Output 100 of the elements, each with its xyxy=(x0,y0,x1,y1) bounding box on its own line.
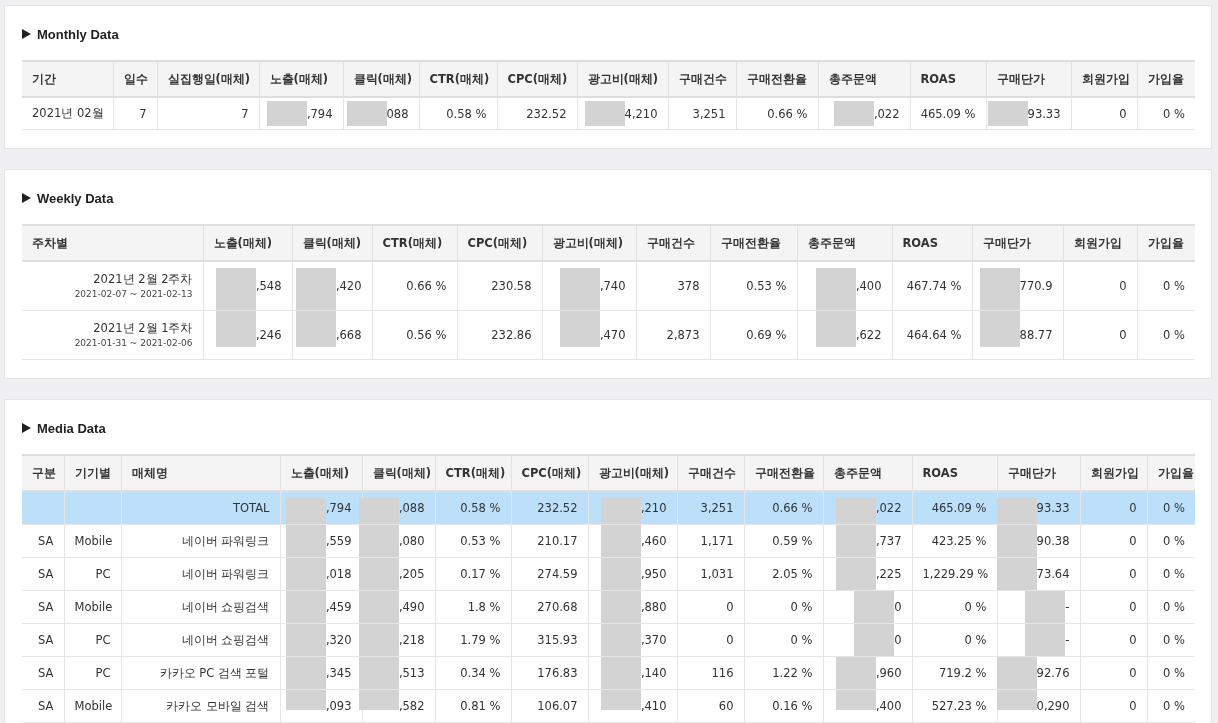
table-cell: 770.9 xyxy=(1019,279,1053,293)
table-cell: 1.79 % xyxy=(460,633,501,647)
table-cell: 0 xyxy=(894,633,902,647)
table-cell: ,880 xyxy=(640,600,667,614)
table-cell: 0.58 % xyxy=(460,501,501,515)
table-cell: SA xyxy=(38,534,54,548)
table-cell: 0 % xyxy=(1163,666,1185,680)
table-row[interactable]: SA Mobile 네이버 쇼핑검색 ,459 ,490 1.8 % 270.68 ,880 0 0 % 0 0 % - 0 0 % xyxy=(22,590,1195,624)
table-cell: 0 % xyxy=(790,600,813,614)
table-cell: ,225 xyxy=(875,567,902,581)
column-header: 구매건수 xyxy=(636,225,710,261)
triangle-icon xyxy=(22,423,31,433)
table-cell: 1.8 % xyxy=(467,600,501,614)
table-cell: SA xyxy=(38,600,54,614)
table-cell: 0 % xyxy=(1163,501,1185,515)
column-header: 가입율 xyxy=(1147,455,1195,491)
column-header: CTR(매체) xyxy=(372,225,457,261)
table-cell: 0.53 % xyxy=(460,534,501,548)
column-header: 가입율 xyxy=(1137,61,1195,97)
table-row[interactable]: TOTAL ,794 ,088 0.58 % 232.52 ,210 3,251 0.66 % ,022 465.09 % 93.33 0 0 % xyxy=(22,491,1195,525)
table-cell: 0.81 % xyxy=(460,699,501,713)
section-title: Media Data xyxy=(37,420,106,436)
table-cell: ,210 xyxy=(640,501,667,515)
table-cell: 0.66 % xyxy=(767,106,808,121)
table-cell: SA xyxy=(38,666,54,680)
section-title: Monthly Data xyxy=(37,26,119,42)
table-cell: 210.17 xyxy=(537,534,578,548)
table-cell: 0 xyxy=(1129,501,1137,515)
table-row[interactable]: SA PC 네이버 쇼핑검색 ,320 ,218 1.79 % 315.93 ,370 0 0 % 0 0 % - 0 0 % xyxy=(22,623,1195,657)
table-cell: ,794 xyxy=(325,501,352,515)
table-cell: 467.74 % xyxy=(906,279,962,293)
table-cell: 3,251 xyxy=(692,106,726,121)
table-cell: 274.59 xyxy=(537,567,578,581)
table-cell: 527.23 % xyxy=(931,699,987,713)
table-cell: 90.38 xyxy=(1036,534,1070,548)
table-cell: - xyxy=(1065,600,1070,614)
table-row[interactable]: SA Mobile 카카오 모바일 검색 ,093 ,582 0.81 % 106.07 ,410 60 0.16 % ,400 527.23 % 0,290 0 0 % xyxy=(22,689,1195,723)
table-cell: 0.16 % xyxy=(772,699,813,713)
table-row[interactable]: 2021년 02월 7 7 ,794 088 0.58 % 232.52 4,210 3,251 0.66 % ,022 465.09 % 93.33 0 0 % xyxy=(22,97,1195,130)
column-header: 구매전환율 xyxy=(744,455,823,491)
column-header: 총주문액 xyxy=(823,455,912,491)
table-cell: 0.34 % xyxy=(460,666,501,680)
table-cell: 2.05 % xyxy=(772,567,813,581)
triangle-icon xyxy=(22,193,31,203)
table-cell: ,459 xyxy=(325,600,352,614)
table-cell: 2021년 02월 xyxy=(32,106,104,120)
table-cell: ,022 xyxy=(875,501,902,515)
table-row[interactable]: SA PC 네이버 파워링크 ,018 ,205 0.17 % 274.59 ,950 1,031 2.05 % ,225 1,229.29 % 73.64 0 0 % xyxy=(22,557,1195,591)
table-cell: PC xyxy=(95,567,111,581)
table-cell: 088 xyxy=(386,106,409,121)
table-cell: 네이버 파워링크 xyxy=(181,566,270,581)
table-cell: 0 % xyxy=(1163,567,1185,581)
table-row[interactable]: 2021년 2월 1주차 2021-01-31 ~ 2021-02-06 ,246 ,668 0.56 % 232.86 ,470 2,873 0.69 % ,622 464.64 % 88.77 0 0 % xyxy=(22,310,1195,360)
table-cell: 3,251 xyxy=(700,501,734,515)
table-cell: 176.83 xyxy=(537,666,578,680)
date-range: 2021-01-31 ~ 2021-02-06 xyxy=(73,336,193,350)
table-cell: ,513 xyxy=(398,666,425,680)
column-header: 회원가입 xyxy=(1080,455,1147,491)
table-cell: 네이버 쇼핑검색 xyxy=(181,632,270,647)
column-header: ROAS xyxy=(910,61,986,97)
table-cell: 0.66 % xyxy=(406,279,447,293)
week-label: 2021년 2월 2주차 xyxy=(92,270,193,288)
table-cell: 0 xyxy=(1119,106,1127,121)
table-cell: Mobile xyxy=(74,534,113,548)
table-cell: 232.86 xyxy=(491,328,532,342)
table-cell: 116 xyxy=(711,666,734,680)
table-cell: 106.07 xyxy=(537,699,578,713)
table-cell: ,740 xyxy=(599,279,626,293)
table-cell: 0 % xyxy=(1163,600,1185,614)
column-header: 기간 xyxy=(22,61,113,97)
table-cell: ,460 xyxy=(640,534,667,548)
table-cell: 1,229.29 % xyxy=(922,567,989,581)
table-row[interactable]: SA Mobile 네이버 파워링크 ,559 ,080 0.53 % 210.17 ,460 1,171 0.59 % ,737 423.25 % 90.38 0 0 % xyxy=(22,524,1195,558)
table-cell: 0.69 % xyxy=(746,328,787,342)
table-cell: 7 xyxy=(139,106,147,121)
table-cell: 464.64 % xyxy=(906,328,962,342)
table-cell: 0 xyxy=(726,633,734,647)
table-cell: 0 xyxy=(1119,328,1127,342)
table-cell: 2,873 xyxy=(666,328,700,342)
table-cell: ,582 xyxy=(398,699,425,713)
table-cell: ,370 xyxy=(640,633,667,647)
column-header: 노출(매체) xyxy=(203,225,292,261)
table-row[interactable]: SA PC 카카오 PC 검색 포털 ,345 ,513 0.34 % 176.83 ,140 116 1.22 % ,960 719.2 % 92.76 0 0 % xyxy=(22,656,1195,690)
column-header: ROAS xyxy=(912,455,997,491)
table-cell: ,022 xyxy=(873,106,900,121)
table-cell: 232.52 xyxy=(537,501,578,515)
table-row[interactable]: 2021년 2월 2주차 2021-02-07 ~ 2021-02-13 ,548 ,420 0.66 % 230.58 ,740 378 0.53 % ,400 467.74 % 770.9 0 0 % xyxy=(22,261,1195,311)
column-header: ROAS xyxy=(892,225,972,261)
table-cell: - xyxy=(1065,633,1070,647)
table-cell: ,794 xyxy=(306,106,333,121)
table-cell: 92.76 xyxy=(1036,666,1070,680)
column-header: 가입율 xyxy=(1137,225,1195,261)
table-cell: ,622 xyxy=(855,328,882,342)
table-cell: 423.25 % xyxy=(931,534,987,548)
table-cell: ,345 xyxy=(325,666,352,680)
table-cell: 0 % xyxy=(1163,328,1185,342)
column-header: CPC(매체) xyxy=(497,61,577,97)
table-cell: 0 xyxy=(1129,534,1137,548)
table-cell: ,950 xyxy=(640,567,667,581)
table-cell: 0 % xyxy=(1163,699,1185,713)
